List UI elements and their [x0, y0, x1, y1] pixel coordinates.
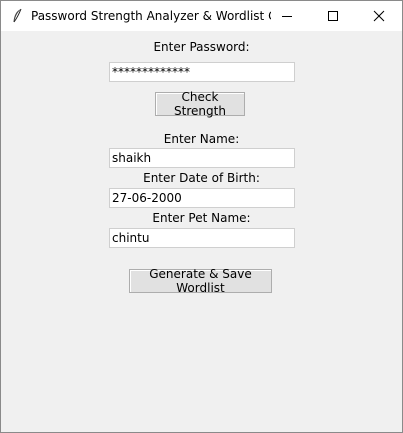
dob-label: Enter Date of Birth:	[143, 171, 260, 185]
maximize-button[interactable]	[310, 1, 356, 31]
generate-wordlist-button[interactable]: Generate & Save Wordlist	[129, 267, 272, 295]
window-title: Password Strength Analyzer & Wordlist Ge…	[31, 9, 271, 23]
pet-name-label: Enter Pet Name:	[152, 211, 251, 225]
title-bar[interactable]: Password Strength Analyzer & Wordlist Ge…	[1, 1, 402, 31]
name-label: Enter Name:	[163, 132, 240, 146]
close-button[interactable]	[356, 1, 402, 31]
pet-name-input[interactable]	[109, 228, 295, 248]
check-strength-button[interactable]: Check Strength	[155, 90, 245, 118]
minimize-icon	[282, 16, 292, 17]
password-label: Enter Password:	[153, 40, 250, 54]
name-input[interactable]	[109, 148, 295, 168]
app-window: Password Strength Analyzer & Wordlist Ge…	[0, 0, 403, 433]
feather-icon	[10, 8, 24, 24]
password-input[interactable]	[109, 62, 295, 82]
maximize-icon	[328, 11, 338, 21]
minimize-button[interactable]	[264, 1, 310, 31]
dob-input[interactable]	[109, 188, 295, 208]
close-icon	[373, 10, 385, 22]
